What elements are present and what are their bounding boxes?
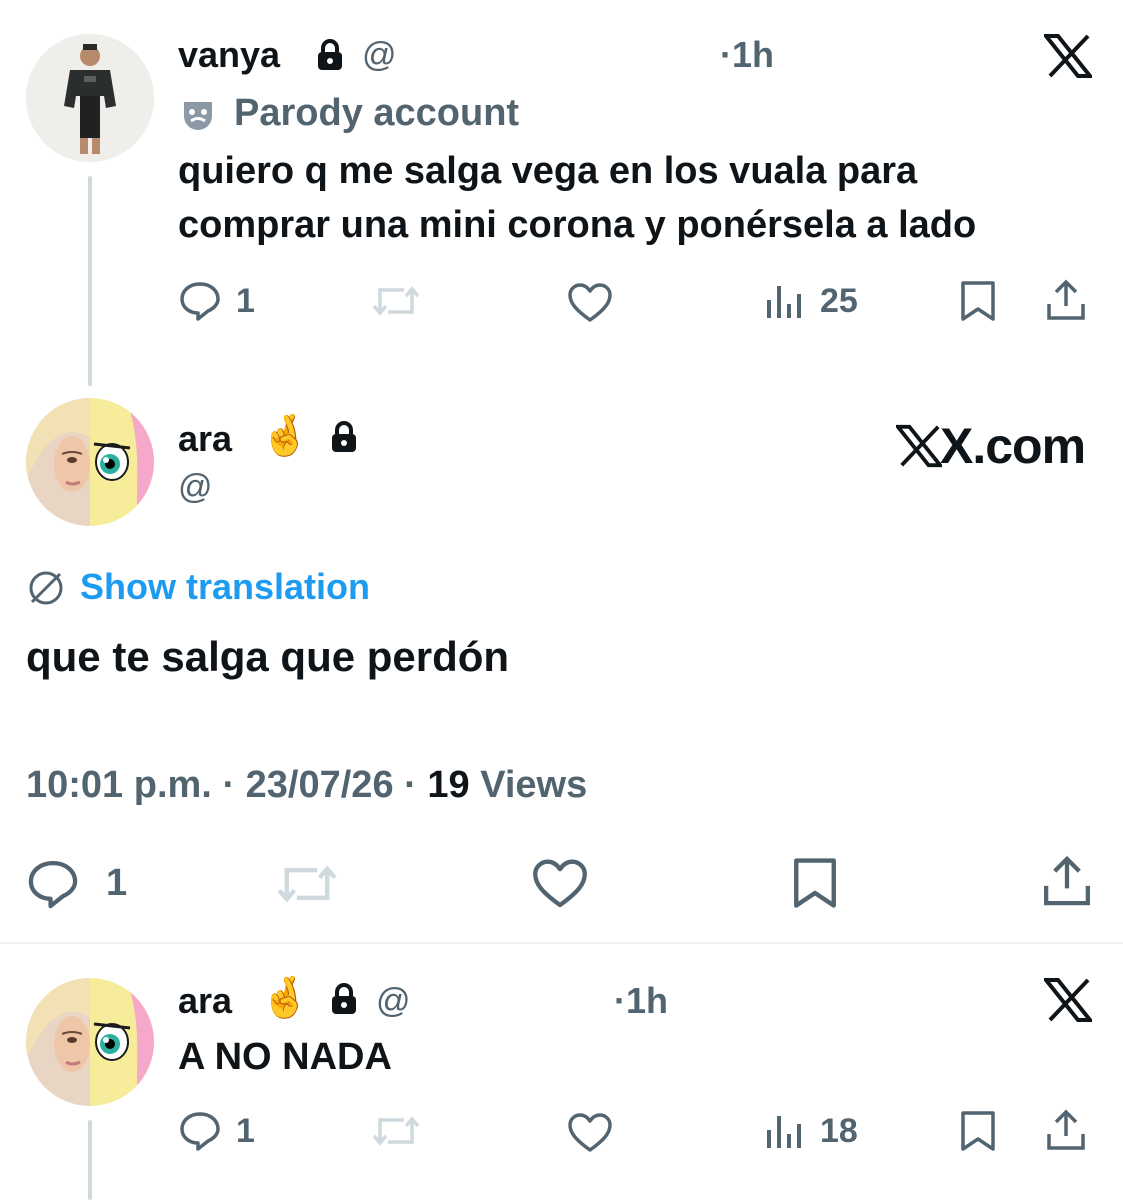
avatar-ara[interactable] xyxy=(26,978,154,1106)
x-logo-icon[interactable] xyxy=(1044,34,1092,78)
x-logo-icon[interactable] xyxy=(1044,978,1092,1022)
divider xyxy=(0,942,1123,944)
avatar-split-face-image xyxy=(26,398,154,526)
parody-label: Parody account xyxy=(234,92,520,134)
separator-dot: · xyxy=(404,764,428,806)
tweet-text: que te salga que perdón xyxy=(26,633,510,680)
tweet-time[interactable]: 10:01 p.m. xyxy=(26,764,212,806)
x-com-text: X.com xyxy=(940,418,1086,474)
lock-icon xyxy=(328,420,360,454)
share-icon[interactable] xyxy=(1044,1108,1088,1152)
reply-count: 1 xyxy=(106,862,128,904)
views-icon[interactable] xyxy=(764,1112,806,1150)
translate-icon[interactable] xyxy=(26,568,66,608)
lock-icon xyxy=(314,38,346,72)
like-icon[interactable] xyxy=(530,858,590,910)
crossed-fingers-emoji: 🤞 xyxy=(260,976,310,1020)
like-icon[interactable] xyxy=(566,1112,614,1154)
tweet-time[interactable]: ·1h xyxy=(720,34,774,76)
thread-line xyxy=(88,1120,92,1200)
avatar-vanya[interactable] xyxy=(26,34,154,162)
retweet-icon[interactable] xyxy=(274,860,340,908)
show-translation-link[interactable]: Show translation xyxy=(80,566,370,608)
reply-icon[interactable] xyxy=(26,858,80,910)
tweet-time[interactable]: ·1h xyxy=(614,980,668,1022)
reply-count: 1 xyxy=(236,282,255,320)
author-name[interactable]: ara xyxy=(178,980,232,1022)
author-name[interactable]: vanya xyxy=(178,34,280,76)
author-handle[interactable]: @ xyxy=(178,468,213,507)
tweet-date[interactable]: 23/07/26 xyxy=(246,764,394,806)
retweet-icon[interactable] xyxy=(370,1112,422,1150)
reply-icon[interactable] xyxy=(178,1110,222,1152)
thread-line xyxy=(88,176,92,386)
reply-count: 1 xyxy=(236,1112,255,1150)
tweet-timestamp-row: 10:01 p.m. · 23/07/26 · 19 Views xyxy=(26,764,587,807)
x-com-logo[interactable]: X.com xyxy=(896,418,1086,474)
avatar-person-image xyxy=(26,34,154,162)
tweet-text-line1: quiero q me salga vega en los vuala para xyxy=(178,150,918,192)
share-icon[interactable] xyxy=(1044,278,1088,322)
views-label: Views xyxy=(480,764,588,806)
views-count: 19 xyxy=(427,764,470,806)
views-count: 18 xyxy=(820,1112,858,1150)
author-handle[interactable]: @ xyxy=(376,982,411,1021)
crossed-fingers-emoji: 🤞 xyxy=(260,414,310,458)
lock-icon xyxy=(328,982,360,1016)
bookmark-icon[interactable] xyxy=(790,856,840,910)
separator-dot: · xyxy=(222,764,246,806)
views-icon[interactable] xyxy=(764,282,806,320)
parody-mask-icon xyxy=(178,96,218,136)
author-name[interactable]: ara xyxy=(178,418,232,460)
x-logo-icon xyxy=(896,424,942,468)
avatar-ara[interactable] xyxy=(26,398,154,526)
reply-icon[interactable] xyxy=(178,280,222,322)
like-icon[interactable] xyxy=(566,282,614,324)
views-count: 25 xyxy=(820,282,858,320)
tweet-text: A NO NADA xyxy=(178,1036,392,1078)
tweet-text-line2: comprar una mini corona y ponérsela a la… xyxy=(178,204,977,246)
bookmark-icon[interactable] xyxy=(958,280,998,322)
retweet-icon[interactable] xyxy=(370,282,422,320)
bookmark-icon[interactable] xyxy=(958,1110,998,1152)
author-handle[interactable]: @ xyxy=(362,36,397,75)
share-icon[interactable] xyxy=(1040,854,1094,908)
avatar-split-face-image xyxy=(26,978,154,1106)
